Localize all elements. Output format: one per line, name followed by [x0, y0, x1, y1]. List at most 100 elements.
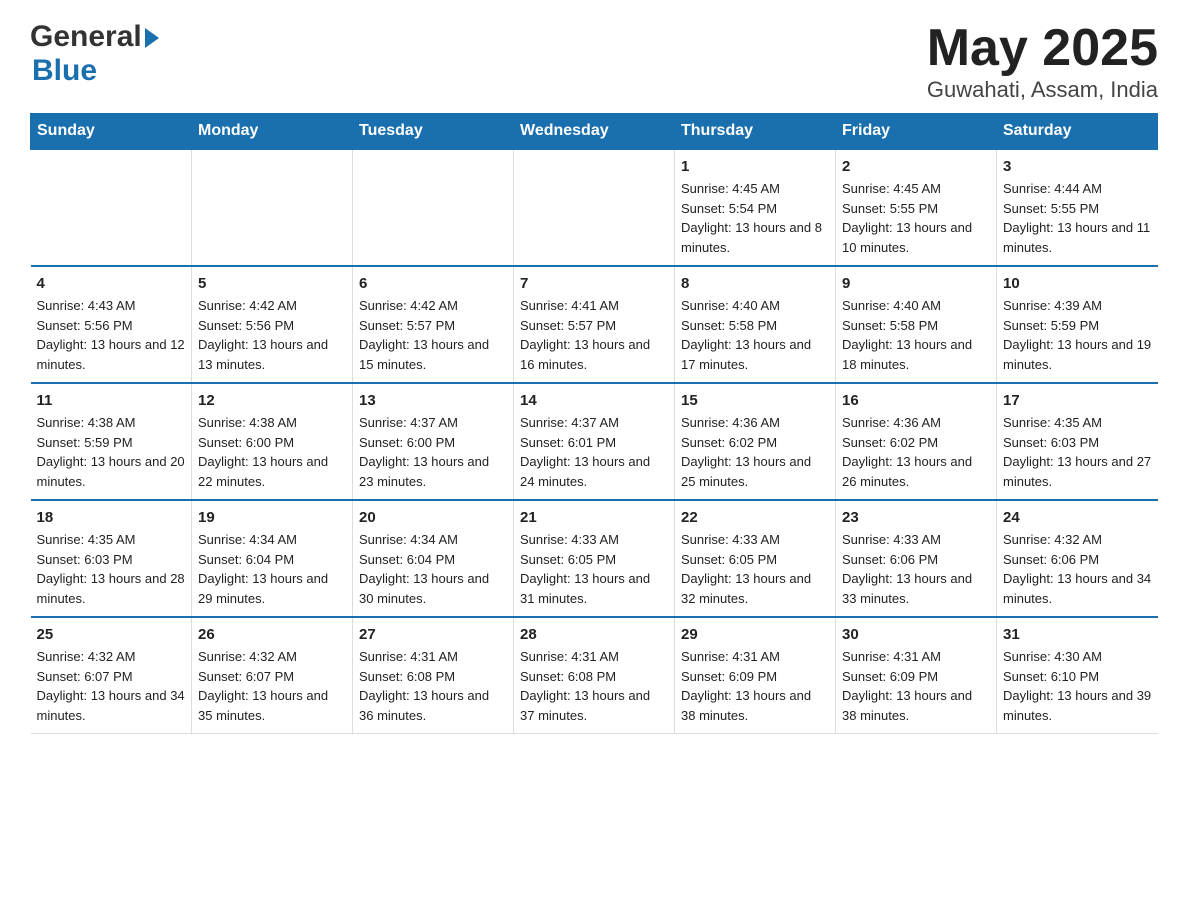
logo-arrow-icon [145, 28, 159, 48]
week-row-4: 18 Sunrise: 4:35 AMSunset: 6:03 PMDayligh… [31, 500, 1158, 617]
page-header: General Blue May 2025 Guwahati, Assam, I… [30, 20, 1158, 103]
day-info: Sunrise: 4:37 AMSunset: 6:00 PMDaylight:… [359, 413, 507, 491]
calendar-cell [192, 149, 353, 266]
calendar-cell: 2 Sunrise: 4:45 AMSunset: 5:55 PMDaylight… [836, 149, 997, 266]
calendar-cell: 20 Sunrise: 4:34 AMSunset: 6:04 PMDayligh… [353, 500, 514, 617]
day-number: 10 [1003, 275, 1152, 292]
calendar-cell: 16Sunrise: 4:36 AMSunset: 6:02 PMDayligh… [836, 383, 997, 500]
day-number: 9 [842, 275, 990, 292]
day-info: Sunrise: 4:34 AMSunset: 6:04 PMDaylight:… [359, 530, 507, 608]
calendar-cell: 30 Sunrise: 4:31 AMSunset: 6:09 PMDayligh… [836, 617, 997, 734]
day-info: Sunrise: 4:33 AMSunset: 6:05 PMDaylight:… [681, 530, 829, 608]
day-number: 8 [681, 275, 829, 292]
day-number: 3 [1003, 158, 1152, 175]
calendar-cell: 1Sunrise: 4:45 AMSunset: 5:54 PMDaylight… [675, 149, 836, 266]
calendar-table: Sunday Monday Tuesday Wednesday Thursday… [30, 113, 1158, 734]
calendar-subtitle: Guwahati, Assam, India [927, 77, 1158, 103]
day-number: 30 [842, 626, 990, 643]
day-number: 15 [681, 392, 829, 409]
calendar-cell: 13 Sunrise: 4:37 AMSunset: 6:00 PMDayligh… [353, 383, 514, 500]
day-info: Sunrise: 4:38 AMSunset: 6:00 PMDaylight:… [198, 413, 346, 491]
day-number: 6 [359, 275, 507, 292]
calendar-cell [31, 149, 192, 266]
calendar-cell [353, 149, 514, 266]
calendar-cell: 19Sunrise: 4:34 AMSunset: 6:04 PMDayligh… [192, 500, 353, 617]
calendar-body: 1Sunrise: 4:45 AMSunset: 5:54 PMDaylight… [31, 149, 1158, 734]
col-wednesday: Wednesday [514, 114, 675, 150]
day-info: Sunrise: 4:31 AMSunset: 6:09 PMDaylight:… [681, 647, 829, 725]
calendar-cell: 4 Sunrise: 4:43 AMSunset: 5:56 PMDaylight… [31, 266, 192, 383]
day-info: Sunrise: 4:41 AMSunset: 5:57 PMDaylight:… [520, 296, 668, 374]
calendar-cell: 27Sunrise: 4:31 AMSunset: 6:08 PMDayligh… [353, 617, 514, 734]
day-info: Sunrise: 4:42 AMSunset: 5:56 PMDaylight:… [198, 296, 346, 374]
day-info: Sunrise: 4:40 AMSunset: 5:58 PMDaylight:… [681, 296, 829, 374]
day-number: 14 [520, 392, 668, 409]
day-info: Sunrise: 4:40 AMSunset: 5:58 PMDaylight:… [842, 296, 990, 374]
col-tuesday: Tuesday [353, 114, 514, 150]
week-row-5: 25 Sunrise: 4:32 AMSunset: 6:07 PMDayligh… [31, 617, 1158, 734]
day-info: Sunrise: 4:32 AMSunset: 6:06 PMDaylight:… [1003, 530, 1152, 608]
calendar-cell: 8 Sunrise: 4:40 AMSunset: 5:58 PMDaylight… [675, 266, 836, 383]
calendar-cell: 22 Sunrise: 4:33 AMSunset: 6:05 PMDayligh… [675, 500, 836, 617]
day-number: 19 [198, 509, 346, 526]
day-info: Sunrise: 4:42 AMSunset: 5:57 PMDaylight:… [359, 296, 507, 374]
day-number: 2 [842, 158, 990, 175]
col-thursday: Thursday [675, 114, 836, 150]
day-info: Sunrise: 4:33 AMSunset: 6:05 PMDaylight:… [520, 530, 668, 608]
day-number: 11 [37, 392, 186, 409]
calendar-cell: 6 Sunrise: 4:42 AMSunset: 5:57 PMDaylight… [353, 266, 514, 383]
day-info: Sunrise: 4:31 AMSunset: 6:09 PMDaylight:… [842, 647, 990, 725]
logo: General Blue [30, 20, 159, 88]
title-block: May 2025 Guwahati, Assam, India [927, 20, 1158, 103]
day-number: 1 [681, 158, 829, 175]
calendar-cell: 3Sunrise: 4:44 AMSunset: 5:55 PMDaylight… [997, 149, 1158, 266]
day-number: 12 [198, 392, 346, 409]
day-number: 22 [681, 509, 829, 526]
day-number: 20 [359, 509, 507, 526]
day-info: Sunrise: 4:37 AMSunset: 6:01 PMDaylight:… [520, 413, 668, 491]
day-number: 13 [359, 392, 507, 409]
day-number: 21 [520, 509, 668, 526]
calendar-cell: 28Sunrise: 4:31 AMSunset: 6:08 PMDayligh… [514, 617, 675, 734]
day-info: Sunrise: 4:43 AMSunset: 5:56 PMDaylight:… [37, 296, 186, 374]
day-number: 31 [1003, 626, 1152, 643]
day-number: 23 [842, 509, 990, 526]
week-row-2: 4 Sunrise: 4:43 AMSunset: 5:56 PMDaylight… [31, 266, 1158, 383]
day-number: 25 [37, 626, 186, 643]
day-info: Sunrise: 4:32 AMSunset: 6:07 PMDaylight:… [37, 647, 186, 725]
logo-general: General [30, 20, 142, 54]
calendar-cell: 31Sunrise: 4:30 AMSunset: 6:10 PMDayligh… [997, 617, 1158, 734]
day-info: Sunrise: 4:45 AMSunset: 5:55 PMDaylight:… [842, 179, 990, 257]
col-saturday: Saturday [997, 114, 1158, 150]
calendar-cell: 5Sunrise: 4:42 AMSunset: 5:56 PMDaylight… [192, 266, 353, 383]
calendar-cell: 25 Sunrise: 4:32 AMSunset: 6:07 PMDayligh… [31, 617, 192, 734]
day-number: 28 [520, 626, 668, 643]
week-row-3: 11 Sunrise: 4:38 AMSunset: 5:59 PMDayligh… [31, 383, 1158, 500]
col-monday: Monday [192, 114, 353, 150]
calendar-cell: 14 Sunrise: 4:37 AMSunset: 6:01 PMDayligh… [514, 383, 675, 500]
calendar-cell: 21 Sunrise: 4:33 AMSunset: 6:05 PMDayligh… [514, 500, 675, 617]
header-row: Sunday Monday Tuesday Wednesday Thursday… [31, 114, 1158, 150]
calendar-cell: 29 Sunrise: 4:31 AMSunset: 6:09 PMDayligh… [675, 617, 836, 734]
calendar-cell: 12 Sunrise: 4:38 AMSunset: 6:00 PMDayligh… [192, 383, 353, 500]
calendar-header: Sunday Monday Tuesday Wednesday Thursday… [31, 114, 1158, 150]
day-info: Sunrise: 4:31 AMSunset: 6:08 PMDaylight:… [359, 647, 507, 725]
day-number: 29 [681, 626, 829, 643]
calendar-cell: 26Sunrise: 4:32 AMSunset: 6:07 PMDayligh… [192, 617, 353, 734]
day-number: 24 [1003, 509, 1152, 526]
day-number: 7 [520, 275, 668, 292]
calendar-cell: 15Sunrise: 4:36 AMSunset: 6:02 PMDayligh… [675, 383, 836, 500]
calendar-cell: 24 Sunrise: 4:32 AMSunset: 6:06 PMDayligh… [997, 500, 1158, 617]
logo-blue: Blue [32, 54, 97, 87]
day-number: 4 [37, 275, 186, 292]
calendar-cell [514, 149, 675, 266]
day-number: 26 [198, 626, 346, 643]
day-info: Sunrise: 4:35 AMSunset: 6:03 PMDaylight:… [37, 530, 186, 608]
calendar-cell: 17Sunrise: 4:35 AMSunset: 6:03 PMDayligh… [997, 383, 1158, 500]
day-info: Sunrise: 4:39 AMSunset: 5:59 PMDaylight:… [1003, 296, 1152, 374]
day-info: Sunrise: 4:38 AMSunset: 5:59 PMDaylight:… [37, 413, 186, 491]
col-friday: Friday [836, 114, 997, 150]
day-number: 17 [1003, 392, 1152, 409]
day-number: 18 [37, 509, 186, 526]
day-info: Sunrise: 4:33 AMSunset: 6:06 PMDaylight:… [842, 530, 990, 608]
